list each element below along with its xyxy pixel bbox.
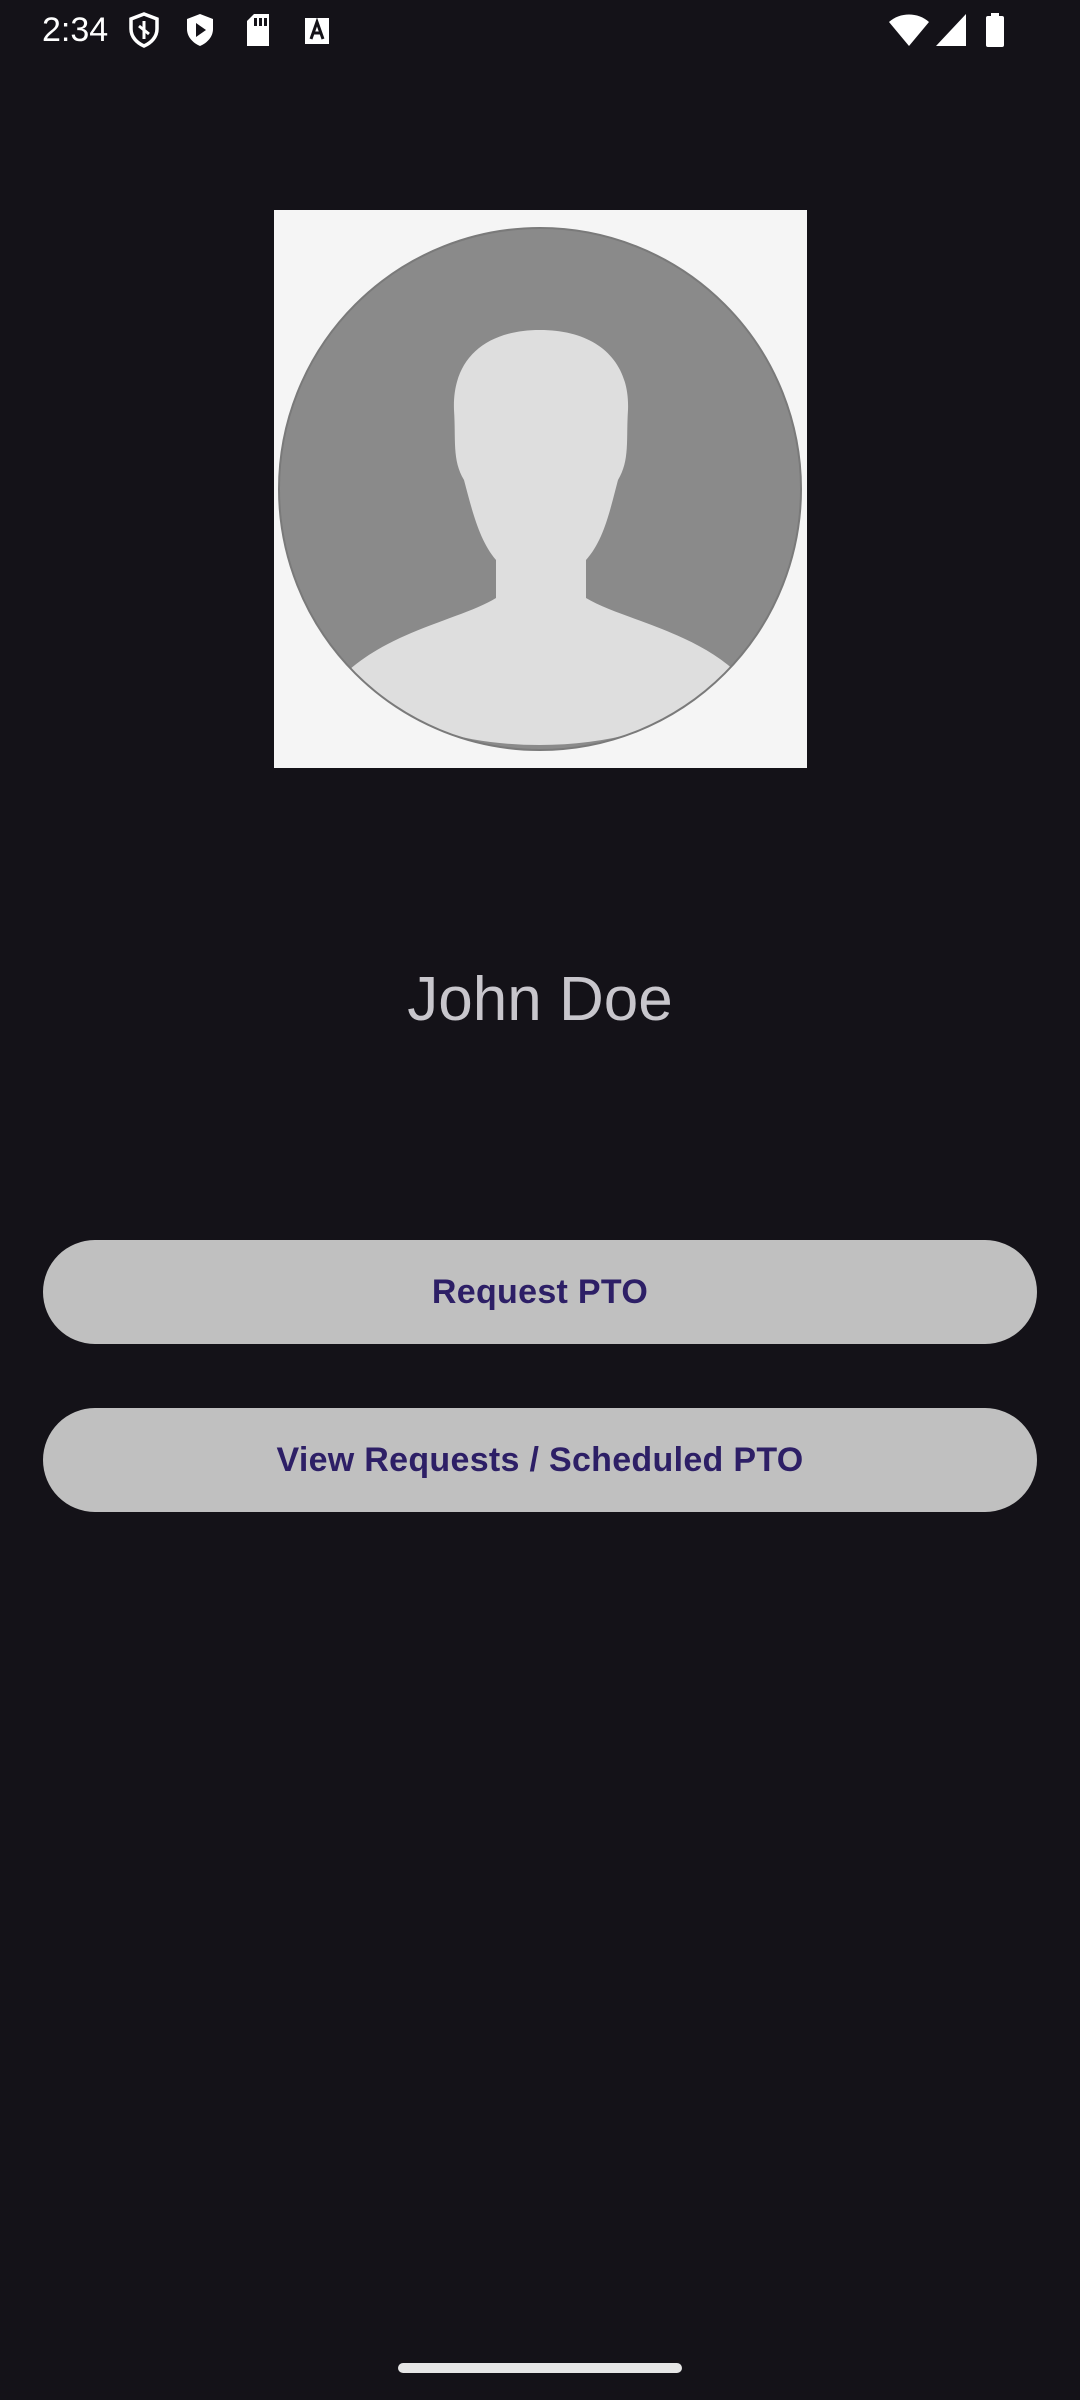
profile-screen: 2:34 John Doe Request PTO View Requests … [0, 0, 1080, 2400]
request-pto-button[interactable]: Request PTO [43, 1240, 1037, 1344]
view-requests-button[interactable]: View Requests / Scheduled PTO [43, 1408, 1037, 1512]
play-store-icon [184, 12, 216, 48]
shield-icon [128, 12, 160, 48]
user-name: John Doe [407, 965, 673, 1034]
view-requests-label: View Requests / Scheduled PTO [276, 1440, 804, 1479]
request-pto-label: Request PTO [431, 1272, 649, 1311]
default-user-avatar-icon [278, 227, 802, 751]
status-time: 2:34 [42, 11, 109, 49]
battery-icon [984, 12, 1006, 48]
status-bar: 2:34 [0, 0, 1080, 62]
profile-avatar [274, 210, 807, 768]
navigation-gesture-bar[interactable] [398, 2363, 682, 2373]
wifi-icon [888, 12, 930, 48]
keyboard-a-icon [303, 12, 331, 48]
cellular-signal-icon [934, 12, 968, 48]
sd-card-icon [244, 12, 272, 48]
